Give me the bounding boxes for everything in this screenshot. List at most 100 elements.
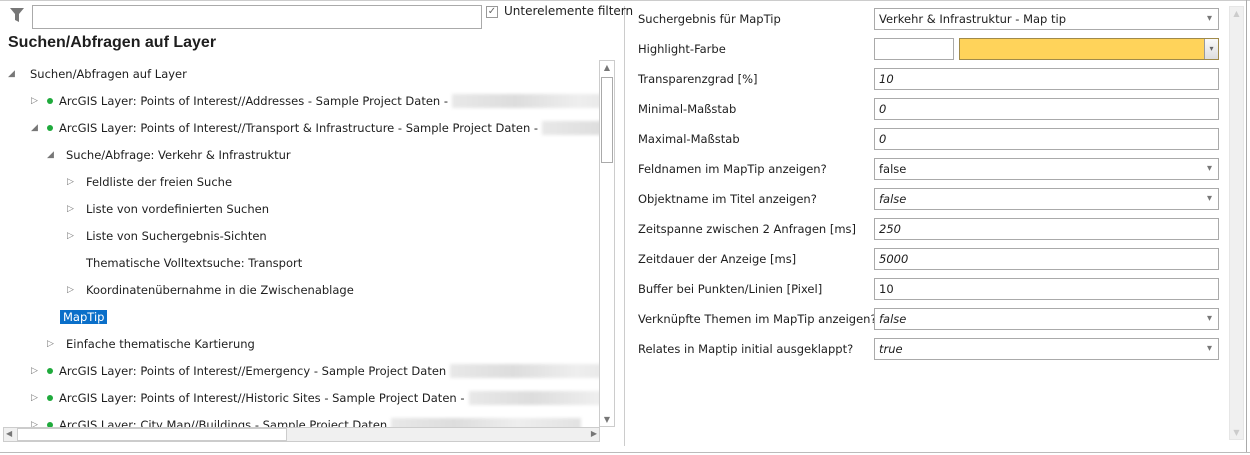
property-input[interactable]: 10: [874, 68, 1219, 90]
bottom-border: [0, 452, 1250, 453]
collapse-arrow-icon[interactable]: ◢: [8, 64, 15, 84]
highlight-color-input[interactable]: [874, 38, 954, 60]
expand-arrow-icon[interactable]: ▷: [67, 226, 74, 246]
property-label: Relates in Maptip initial ausgeklappt?: [638, 342, 854, 356]
scroll-right-icon[interactable]: ▶: [591, 429, 597, 438]
tree-item[interactable]: ▷ Liste von Suchergebnis-Sichten: [67, 226, 267, 246]
tree-item[interactable]: ▷ ArcGIS Layer: City Map//Buildings - Sam…: [31, 415, 582, 427]
tree-item[interactable]: ▷ Feldliste der freien Suche: [67, 172, 233, 192]
tree-item[interactable]: ◢ ArcGIS Layer: Points of Interest//Trans…: [31, 118, 599, 138]
expand-arrow-icon[interactable]: ▷: [31, 361, 38, 381]
tree-item[interactable]: ▷ ArcGIS Layer: Points of Interest//Emerg…: [31, 361, 599, 381]
collapse-arrow-icon[interactable]: ◢: [47, 145, 54, 165]
property-value: 5000: [879, 252, 909, 266]
property-input[interactable]: 0: [874, 128, 1219, 150]
tree-item[interactable]: ▷ Einfache thematische Kartierung: [47, 334, 255, 354]
expand-arrow-icon[interactable]: ▷: [67, 280, 74, 300]
redacted-text: [391, 418, 582, 427]
expand-arrow-icon[interactable]: ▷: [31, 415, 38, 427]
tree-item-label: Liste von Suchergebnis-Sichten: [86, 229, 267, 243]
scroll-thumb[interactable]: [601, 77, 613, 163]
property-input[interactable]: 250: [874, 218, 1219, 240]
scroll-up-icon[interactable]: ▲: [1230, 9, 1243, 18]
top-border: [0, 0, 1250, 1]
expand-arrow-icon[interactable]: ▷: [67, 172, 74, 192]
property-label: Objektname im Titel anzeigen?: [638, 192, 817, 206]
property-value: 10: [879, 72, 894, 86]
collapse-arrow-icon[interactable]: ◢: [31, 118, 38, 138]
properties-scrollbar[interactable]: ▲ ▼: [1229, 6, 1244, 440]
filter-icon: [10, 8, 24, 22]
scroll-down-icon[interactable]: ▼: [600, 415, 614, 424]
property-label: Suchergebnis für MapTip: [638, 12, 781, 26]
scroll-left-icon[interactable]: ◀: [6, 429, 12, 438]
status-dot-icon: [47, 98, 53, 104]
tree-item[interactable]: Thematische Volltextsuche: Transport: [86, 253, 302, 273]
property-value: 0: [879, 102, 887, 116]
expand-arrow-icon[interactable]: ▷: [31, 388, 38, 408]
property-value: false: [879, 162, 907, 176]
scroll-up-icon[interactable]: ▲: [600, 63, 614, 72]
tree-item-label: Feldliste der freien Suche: [86, 175, 233, 189]
property-label: Zeitspanne zwischen 2 Anfragen [ms]: [638, 222, 857, 236]
property-value: Verkehr & Infrastruktur - Map tip: [879, 12, 1066, 26]
status-dot-icon: [47, 368, 53, 374]
property-label: Zeitdauer der Anzeige [ms]: [638, 252, 797, 266]
property-label: Buffer bei Punkten/Linien [Pixel]: [638, 282, 823, 296]
expand-arrow-icon[interactable]: ▷: [47, 334, 54, 354]
property-value: 0: [879, 132, 887, 146]
property-label: Transparenzgrad [%]: [638, 72, 758, 86]
tree-item[interactable]: ▷ ArcGIS Layer: Points of Interest//Addre…: [31, 91, 599, 111]
property-label: Minimal-Maßstab: [638, 102, 737, 116]
panel-splitter[interactable]: [624, 6, 625, 446]
tree-item-label: ArcGIS Layer: City Map//Buildings - Samp…: [59, 418, 388, 427]
tree-item-label: Suche/Abfrage: Verkehr & Infrastruktur: [66, 148, 291, 162]
expand-arrow-icon[interactable]: ▷: [67, 199, 74, 219]
right-border: [1246, 0, 1247, 452]
redacted-text: [468, 391, 599, 405]
property-input[interactable]: 10: [874, 278, 1219, 300]
highlight-color-picker[interactable]: ▾: [959, 38, 1219, 60]
tree-item-label: ArcGIS Layer: Points of Interest//Transp…: [59, 121, 539, 135]
expand-arrow-icon[interactable]: ▷: [31, 91, 38, 111]
property-label: Verknüpfte Themen im MapTip anzeigen?: [638, 312, 877, 326]
redacted-text: [452, 94, 599, 108]
property-dropdown[interactable]: Verkehr & Infrastruktur - Map tip: [874, 8, 1219, 30]
tree-item-label: Suchen/Abfragen auf Layer: [30, 67, 187, 81]
tree-item-label: MapTip: [60, 310, 108, 324]
redacted-text: [450, 364, 599, 378]
status-dot-icon: [47, 125, 53, 131]
property-label: Highlight-Farbe: [638, 42, 726, 56]
property-dropdown[interactable]: false: [874, 308, 1219, 330]
tree-item[interactable]: MapTip: [60, 307, 108, 327]
tree-item-label: Liste von vordefinierten Suchen: [86, 202, 269, 216]
filter-subelements-checkbox[interactable]: ✓: [486, 6, 498, 18]
tree-item-label: ArcGIS Layer: Points of Interest//Addres…: [59, 94, 449, 108]
chevron-down-icon[interactable]: ▾: [1204, 39, 1218, 59]
tree-item[interactable]: ▷ ArcGIS Layer: Points of Interest//Histo…: [31, 388, 599, 408]
filter-input[interactable]: [32, 5, 482, 29]
tree-item[interactable]: ◢ Suchen/Abfragen auf Layer: [8, 64, 187, 84]
property-input[interactable]: 0: [874, 98, 1219, 120]
tree-item-label: Thematische Volltextsuche: Transport: [86, 256, 303, 270]
tree-vertical-scrollbar[interactable]: ▲ ▼: [599, 60, 615, 427]
tree-item-label: ArcGIS Layer: Points of Interest//Histor…: [59, 391, 465, 405]
scroll-thumb[interactable]: [17, 428, 287, 441]
tree-item-label: Einfache thematische Kartierung: [66, 337, 255, 351]
property-dropdown[interactable]: false: [874, 158, 1219, 180]
property-dropdown[interactable]: true: [874, 338, 1219, 360]
property-value: 250: [879, 222, 901, 236]
tree-item[interactable]: ▷ Liste von vordefinierten Suchen: [67, 199, 269, 219]
property-value: false: [879, 312, 907, 326]
property-input[interactable]: 5000: [874, 248, 1219, 270]
property-dropdown[interactable]: false: [874, 188, 1219, 210]
scroll-down-icon[interactable]: ▼: [1230, 428, 1243, 437]
tree-horizontal-scrollbar[interactable]: ◀ ▶: [3, 427, 600, 442]
property-label: Feldnamen im MapTip anzeigen?: [638, 162, 827, 176]
tree-item[interactable]: ▷ Koordinatenübernahme in die Zwischenabl…: [67, 280, 354, 300]
tree-item[interactable]: ◢ Suche/Abfrage: Verkehr & Infrastruktur: [47, 145, 291, 165]
tree-item-label: ArcGIS Layer: Points of Interest//Emerge…: [59, 364, 447, 378]
page-title: Suchen/Abfragen auf Layer: [8, 34, 217, 51]
redacted-text: [542, 121, 599, 135]
property-label: Maximal-Maßstab: [638, 132, 740, 146]
